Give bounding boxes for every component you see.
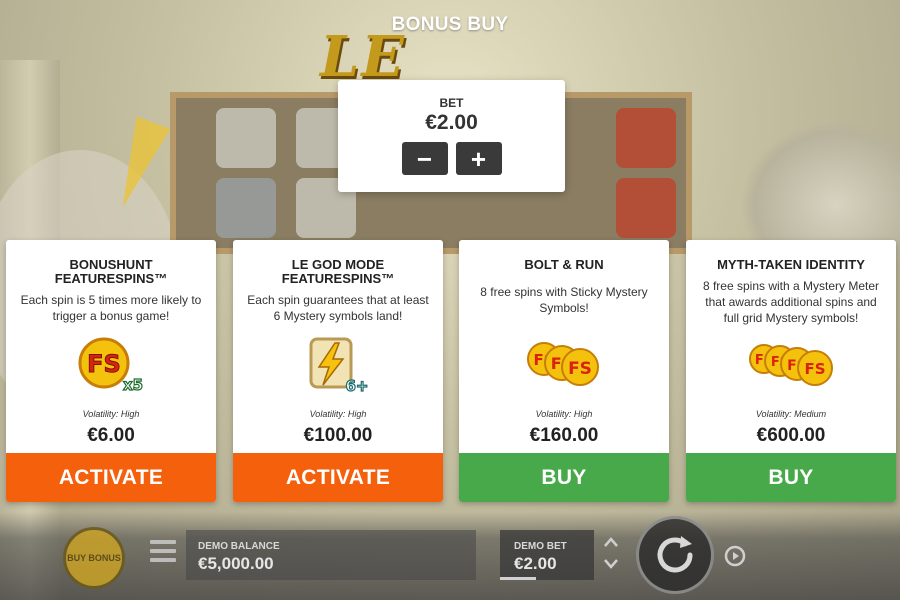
- card-title-line: MYTH-TAKEN IDENTITY: [717, 257, 865, 272]
- fs-x5-icon: FS x5: [6, 336, 216, 396]
- fs-quad-icon: FS FS FS FS: [686, 336, 896, 396]
- balance-value: €5,000.00: [198, 554, 274, 573]
- icon-badge: 6+: [345, 377, 368, 395]
- chevron-up-icon[interactable]: [596, 532, 626, 554]
- increase-bet-button[interactable]: +: [455, 142, 502, 175]
- volatility-label: Volatility: High: [82, 409, 140, 419]
- card-title-line: LE GOD MODE: [291, 257, 385, 272]
- demo-balance: DEMO BALANCE €5,000.00: [186, 530, 476, 580]
- helmet-symbol: [616, 178, 676, 238]
- bet-label: BET: [439, 96, 464, 110]
- bet-controls: − +: [338, 142, 565, 175]
- bonus-card-bonushunt: BONUSHUNT FEATURESPINS™ Each spin is 5 t…: [6, 240, 216, 502]
- demo-bet-indicator: [500, 577, 536, 580]
- card-title-line: FEATURESPINS™: [281, 271, 395, 286]
- demo-bet[interactable]: DEMO BET €2.00: [500, 530, 594, 580]
- demo-bet-value: €2.00: [514, 554, 557, 573]
- card-title: LE GOD MODE FEATURESPINS™: [233, 258, 443, 286]
- card-description: 8 free spins with Sticky Mystery Symbols…: [480, 285, 648, 315]
- card-price: €600.00: [756, 425, 826, 446]
- plus-icon: +: [470, 143, 487, 174]
- buy-bonus-label: BUY BONUS: [67, 553, 121, 563]
- card-price: €100.00: [303, 425, 373, 446]
- svg-text:FS: FS: [568, 359, 592, 379]
- card-title-line: BOLT & RUN: [524, 257, 604, 272]
- helmet-symbol: [616, 108, 676, 168]
- demo-bet-label: DEMO BET: [514, 541, 567, 552]
- spin-icon: [657, 536, 693, 573]
- minus-icon: −: [416, 143, 433, 174]
- swords-symbol: [216, 178, 276, 238]
- hamburger-icon: [150, 540, 176, 544]
- autoplay-icon: [724, 545, 746, 567]
- volatility-label: Volatility: High: [309, 409, 367, 419]
- card-price: €160.00: [529, 425, 599, 446]
- activate-button[interactable]: ACTIVATE: [233, 453, 443, 502]
- bonus-card-bolt-and-run: BOLT & RUN 8 free spins with Sticky Myst…: [459, 240, 669, 502]
- bet-panel: BET €2.00 − +: [338, 80, 565, 192]
- fs-triple-icon: FS FS FS: [459, 336, 669, 396]
- card-price: €6.00: [87, 425, 135, 446]
- volatility-label: Volatility: High: [535, 409, 593, 419]
- bet-value: €2.00: [425, 111, 478, 134]
- card-description: Each spin guarantees that at least 6 Mys…: [247, 293, 429, 323]
- spin-button[interactable]: [636, 516, 714, 594]
- icon-badge: x5: [123, 376, 143, 394]
- card-title: MYTH-TAKEN IDENTITY: [686, 258, 896, 272]
- decrease-bet-button[interactable]: −: [401, 142, 448, 175]
- volatility-label: Volatility: Medium: [755, 409, 827, 419]
- buy-button[interactable]: BUY: [686, 453, 896, 502]
- bonus-card-myth-taken-identity: MYTH-TAKEN IDENTITY 8 free spins with a …: [686, 240, 896, 502]
- buy-button[interactable]: BUY: [459, 453, 669, 502]
- card-title-line: BONUSHUNT: [69, 257, 153, 272]
- chevron-down-icon[interactable]: [596, 554, 626, 576]
- card-description: 8 free spins with a Mystery Meter that a…: [702, 279, 880, 325]
- activate-button[interactable]: ACTIVATE: [6, 453, 216, 502]
- card-title: BONUSHUNT FEATURESPINS™: [6, 258, 216, 286]
- card-title-line: FEATURESPINS™: [54, 271, 168, 286]
- column-symbol: [216, 108, 276, 168]
- menu-button[interactable]: [150, 540, 176, 562]
- card-title: BOLT & RUN: [459, 258, 669, 272]
- card-description: Each spin is 5 times more likely to trig…: [20, 293, 202, 323]
- svg-text:FS: FS: [804, 360, 825, 378]
- bonus-card-le-god-mode: LE GOD MODE FEATURESPINS™ Each spin guar…: [233, 240, 443, 502]
- bet-stepper[interactable]: [596, 532, 626, 578]
- lightning-scroll-icon: 6+: [233, 336, 443, 396]
- balance-label: DEMO BALANCE: [198, 541, 280, 552]
- hamburger-icon: [150, 549, 176, 553]
- svg-text:FS: FS: [87, 350, 121, 378]
- bonus-buy-title: BONUS BUY: [391, 14, 509, 35]
- autoplay-button[interactable]: [722, 543, 748, 569]
- hamburger-icon: [150, 558, 176, 562]
- buy-bonus-button[interactable]: BUY BONUS: [63, 527, 125, 589]
